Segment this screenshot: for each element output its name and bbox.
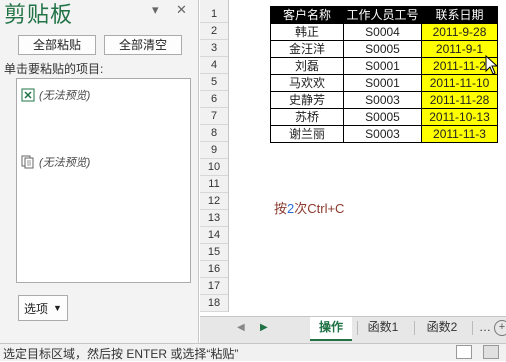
cell[interactable]: 谢兰丽 <box>270 125 344 143</box>
add-sheet-icon[interactable]: + <box>494 320 506 336</box>
date-cell[interactable]: 2011-11-3 <box>421 125 498 143</box>
tab-divider <box>414 321 415 335</box>
header-cell[interactable]: 客户名称 <box>270 6 344 24</box>
table-row: 韩正 S0004 2011-9-28 <box>270 23 498 41</box>
row-header[interactable]: 3 <box>200 40 228 57</box>
table-row: 金汪洋 S0005 2011-9-1 <box>270 40 498 58</box>
cell[interactable]: 韩正 <box>270 23 344 41</box>
clipboard-hint: 单击要粘贴的项目: <box>4 62 104 76</box>
scroll-tabs-right-icon[interactable]: ▶ <box>260 322 268 333</box>
table-row: 苏桥 S0005 2011-10-13 <box>270 108 498 126</box>
header-cell[interactable]: 联系日期 <box>421 6 498 24</box>
row-header[interactable]: 2 <box>200 23 228 40</box>
excel-clip-icon <box>21 88 35 102</box>
instruction-note: 按2次Ctrl+C <box>274 198 344 217</box>
date-cell[interactable]: 2011-9-28 <box>421 23 498 41</box>
tab-divider <box>472 321 473 335</box>
paste-all-button[interactable]: 全部粘贴 <box>18 35 96 55</box>
cell[interactable]: 苏桥 <box>270 108 344 126</box>
clipboard-item-text: (无法预览) <box>39 157 91 169</box>
worksheet-grid[interactable]: 1 2 3 4 5 6 7 8 9 10 11 12 13 14 15 16 1… <box>200 0 506 343</box>
clipboard-item-text: (无法预览) <box>39 90 91 102</box>
clipboard-item[interactable]: (无法预览) <box>21 153 90 171</box>
scroll-tabs-left-icon[interactable]: ◀ <box>237 322 245 333</box>
row-header[interactable]: 16 <box>200 261 228 278</box>
tab-divider <box>357 321 358 335</box>
row-header[interactable]: 6 <box>200 91 228 108</box>
row-header[interactable]: 8 <box>200 125 228 142</box>
cell[interactable]: S0004 <box>343 23 422 41</box>
sheet-tab-bar: ◀ ▶ 操作 函数1 函数2 … + <box>200 316 506 343</box>
cell[interactable]: S0003 <box>343 125 422 143</box>
cell[interactable]: S0003 <box>343 91 422 109</box>
row-header[interactable]: 11 <box>200 176 228 193</box>
options-label: 选项 <box>24 301 49 316</box>
close-icon[interactable]: ✕ <box>176 2 187 18</box>
chevron-down-icon: ▼ <box>53 303 62 313</box>
row-header[interactable]: 12 <box>200 193 228 210</box>
row-header[interactable]: 14 <box>200 227 228 244</box>
options-button[interactable]: 选项 ▼ <box>18 295 68 321</box>
cell[interactable]: S0001 <box>343 57 422 75</box>
clear-all-button[interactable]: 全部清空 <box>104 35 182 55</box>
cell[interactable]: S0001 <box>343 74 422 92</box>
tab-function-2[interactable]: 函数2 <box>418 317 466 339</box>
row-header[interactable]: 1 <box>200 6 228 23</box>
copy-clip-icon <box>21 155 34 169</box>
row-header[interactable]: 4 <box>200 57 228 74</box>
cell[interactable]: 史静芳 <box>270 91 344 109</box>
note-suffix: 次Ctrl+C <box>294 201 345 216</box>
table-row: 刘磊 S0001 2011-11-2 <box>270 57 498 75</box>
cell[interactable]: S0005 <box>343 108 422 126</box>
cell[interactable]: 马欢欢 <box>270 74 344 92</box>
clipboard-pane: 剪贴板 ▾ ✕ 全部粘贴 全部清空 单击要粘贴的项目: (无法预览) (无法预览… <box>0 0 199 343</box>
mouse-pointer-icon <box>485 55 499 75</box>
row-header[interactable]: 7 <box>200 108 228 125</box>
cell[interactable]: S0005 <box>343 40 422 58</box>
header-cell[interactable]: 工作人员工号 <box>343 6 422 24</box>
pane-options-icon[interactable]: ▾ <box>152 2 159 18</box>
table-row: 谢兰丽 S0003 2011-11-3 <box>270 125 498 143</box>
row-header[interactable]: 9 <box>200 142 228 159</box>
row-headers: 1 2 3 4 5 6 7 8 9 10 11 12 13 14 15 16 1… <box>200 0 229 312</box>
row-header[interactable]: 5 <box>200 74 228 91</box>
date-cell[interactable]: 2011-10-13 <box>421 108 498 126</box>
note-prefix: 按 <box>274 201 288 216</box>
row-header[interactable]: 13 <box>200 210 228 227</box>
status-bar: 选定目标区域，然后按 ENTER 或选择“粘贴” <box>0 343 506 361</box>
clipboard-title: 剪贴板 <box>4 2 74 27</box>
date-cell[interactable]: 2011-11-10 <box>421 74 498 92</box>
status-text: 选定目标区域，然后按 ENTER 或选择“粘贴” <box>3 347 239 361</box>
row-header[interactable]: 15 <box>200 244 228 261</box>
tab-function-1[interactable]: 函数1 <box>360 317 406 339</box>
page-layout-view-icon[interactable] <box>483 345 499 359</box>
row-header[interactable]: 18 <box>200 295 228 312</box>
customer-table: 客户名称 工作人员工号 联系日期 韩正 S0004 2011-9-28 金汪洋 … <box>270 6 498 143</box>
tab-operation[interactable]: 操作 <box>310 317 352 341</box>
cell[interactable]: 刘磊 <box>270 57 344 75</box>
table-row: 史静芳 S0003 2011-11-28 <box>270 91 498 109</box>
row-header[interactable]: 17 <box>200 278 228 295</box>
tab-more[interactable]: … <box>478 317 492 339</box>
date-cell[interactable]: 2011-11-28 <box>421 91 498 109</box>
cell[interactable]: 金汪洋 <box>270 40 344 58</box>
row-header[interactable]: 10 <box>200 159 228 176</box>
clipboard-item[interactable]: (无法预览) <box>21 86 90 104</box>
table-header-row: 客户名称 工作人员工号 联系日期 <box>270 6 498 24</box>
table-row: 马欢欢 S0001 2011-11-10 <box>270 74 498 92</box>
normal-view-icon[interactable] <box>456 345 472 359</box>
clipboard-item-list: (无法预览) (无法预览) <box>16 78 191 283</box>
